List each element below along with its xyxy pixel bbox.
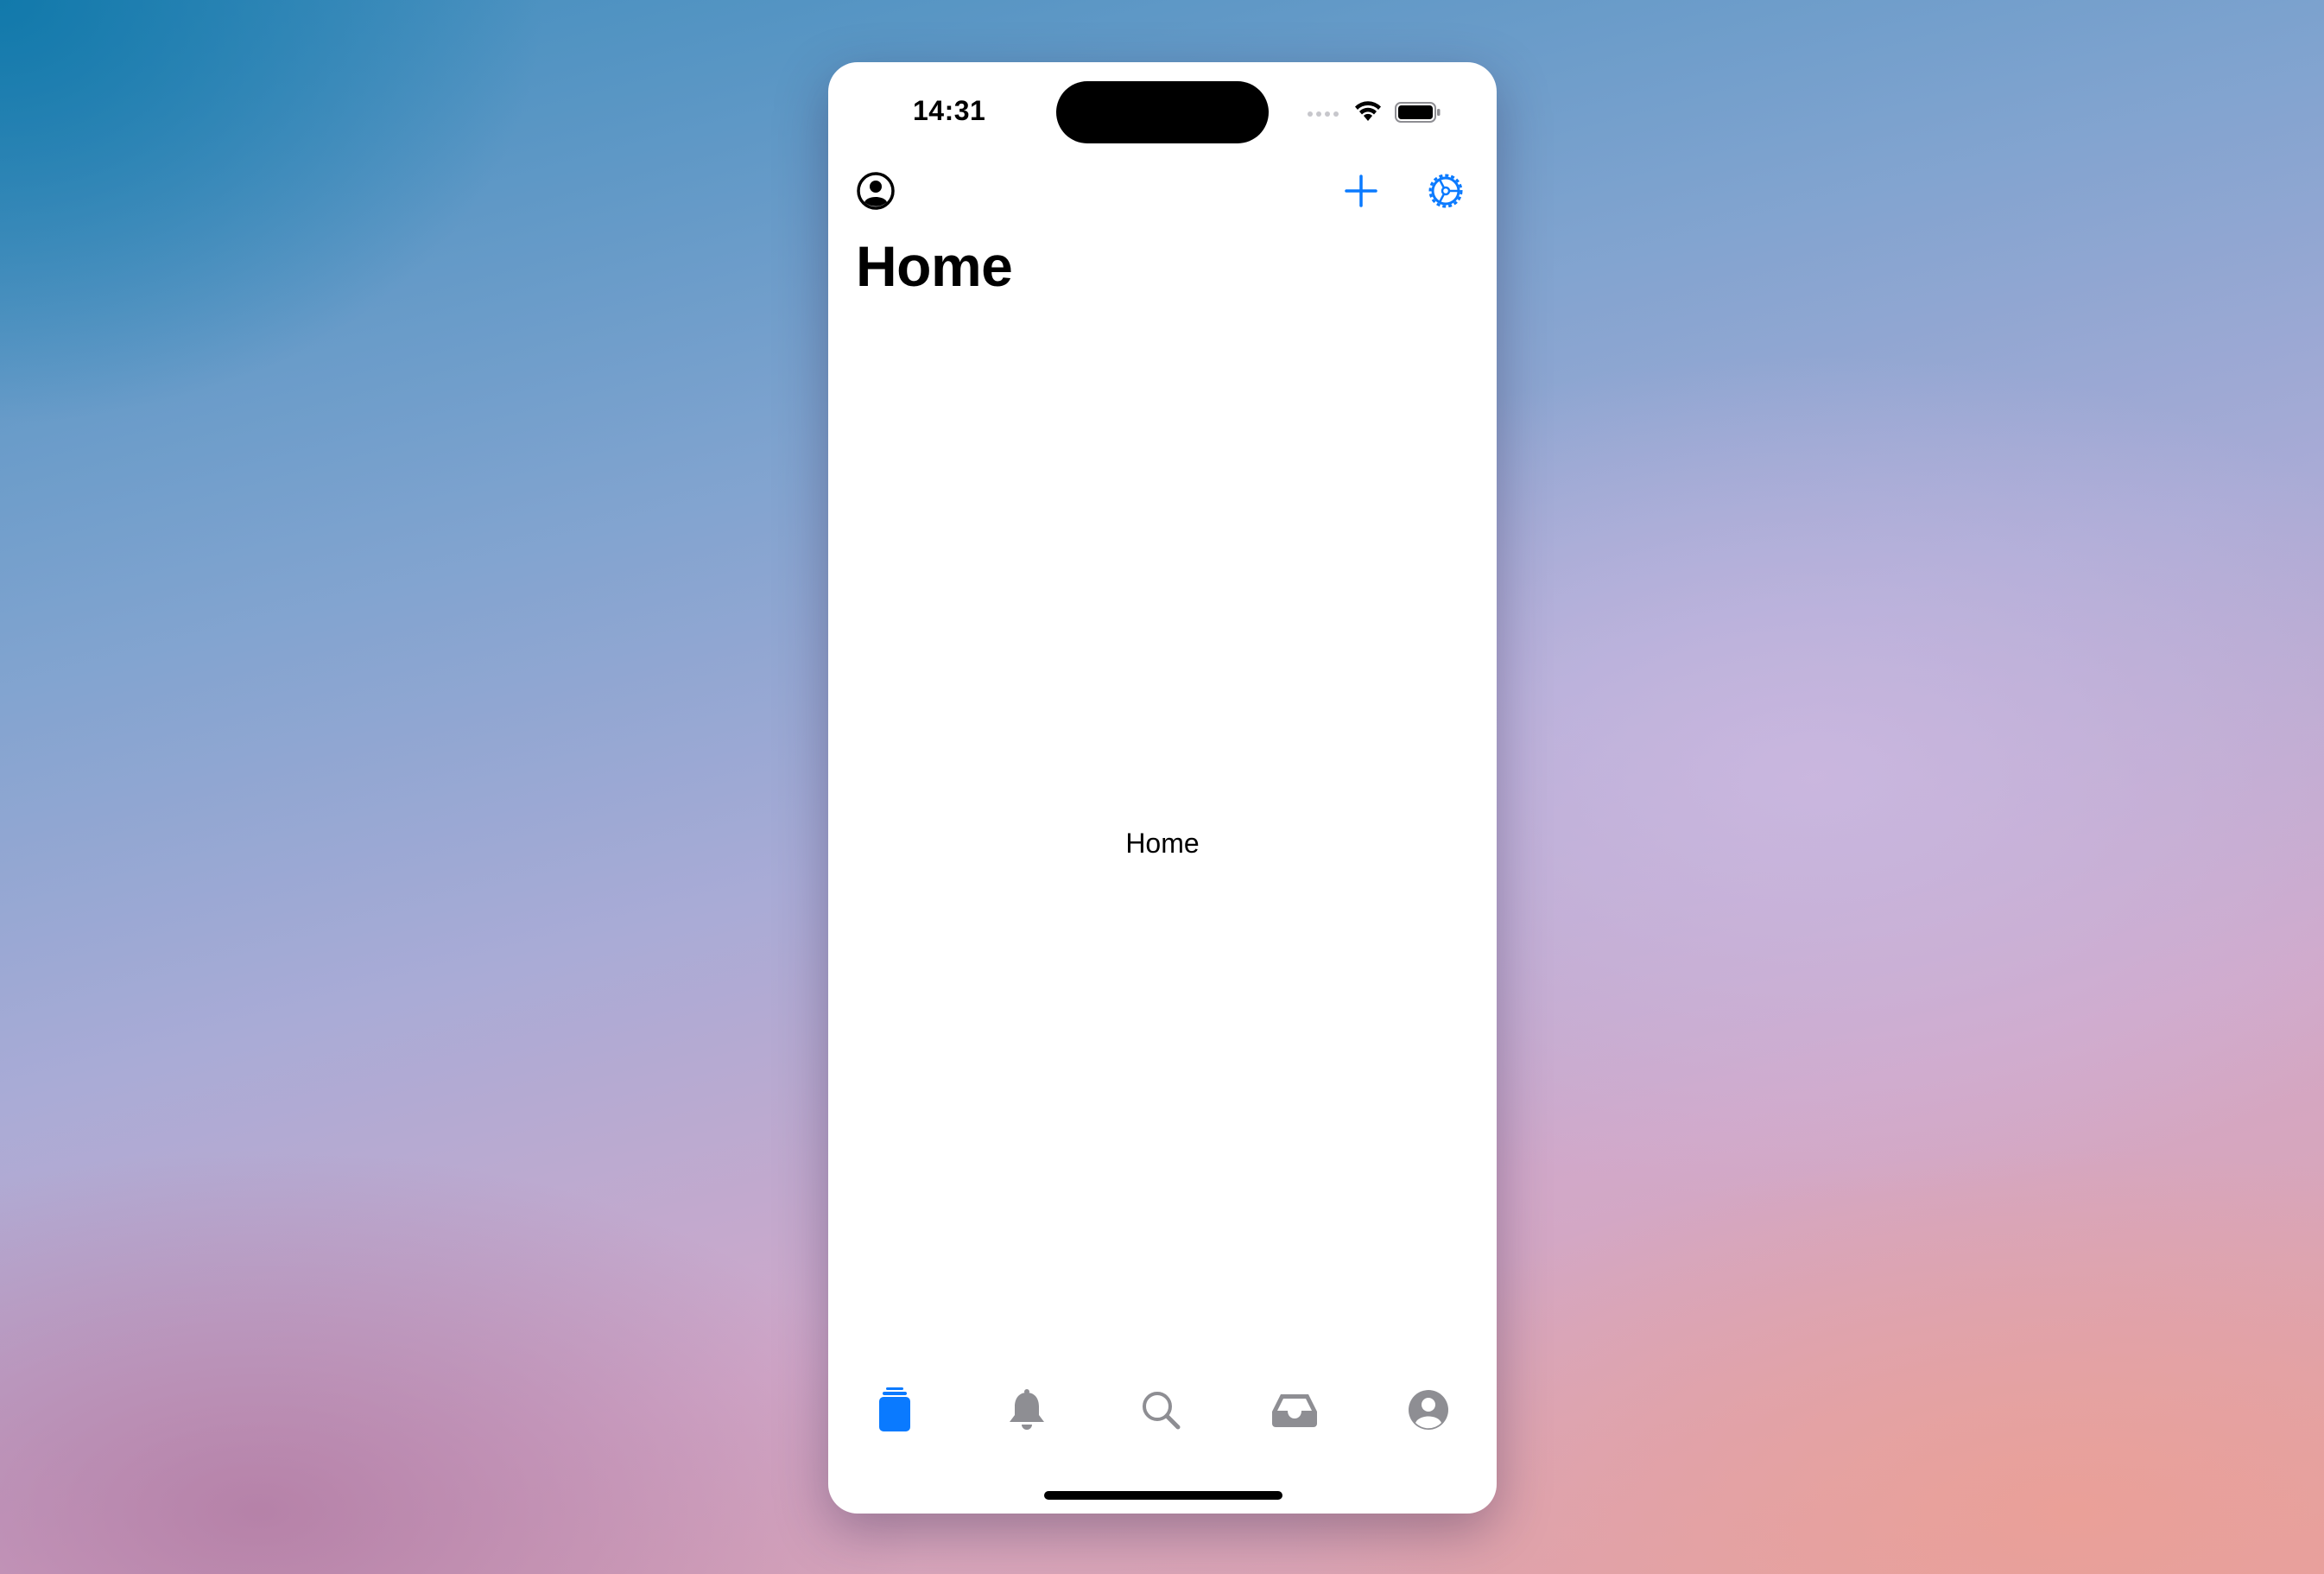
plus-icon bbox=[1345, 175, 1377, 207]
status-time: 14:31 bbox=[913, 95, 986, 126]
add-button[interactable] bbox=[1341, 171, 1381, 211]
tab-profile[interactable] bbox=[1394, 1375, 1463, 1444]
cellular-signal-icon bbox=[1308, 111, 1339, 117]
phone-screen: 14:31 Home Home bbox=[828, 62, 1497, 1514]
profile-button[interactable] bbox=[856, 171, 896, 211]
stack-icon bbox=[879, 1387, 910, 1431]
tab-home[interactable] bbox=[860, 1375, 929, 1444]
gear-icon bbox=[1428, 174, 1463, 208]
home-indicator bbox=[1044, 1491, 1282, 1500]
tab-inbox[interactable] bbox=[1260, 1375, 1329, 1444]
settings-button[interactable] bbox=[1424, 169, 1467, 213]
page-title: Home bbox=[856, 234, 1013, 298]
person-circle-icon bbox=[857, 172, 895, 210]
tray-icon bbox=[1272, 1394, 1317, 1427]
bell-icon bbox=[1010, 1389, 1044, 1430]
wifi-icon bbox=[1355, 101, 1381, 121]
search-icon bbox=[1143, 1392, 1181, 1430]
content-label: Home bbox=[1125, 828, 1200, 859]
battery-icon bbox=[1395, 102, 1441, 123]
tab-search[interactable] bbox=[1126, 1375, 1195, 1444]
tab-notifications[interactable] bbox=[992, 1375, 1061, 1444]
dynamic-island bbox=[1056, 81, 1269, 143]
person-icon bbox=[1409, 1390, 1448, 1430]
tab-bar bbox=[828, 1375, 1497, 1453]
status-indicators bbox=[1307, 98, 1453, 124]
